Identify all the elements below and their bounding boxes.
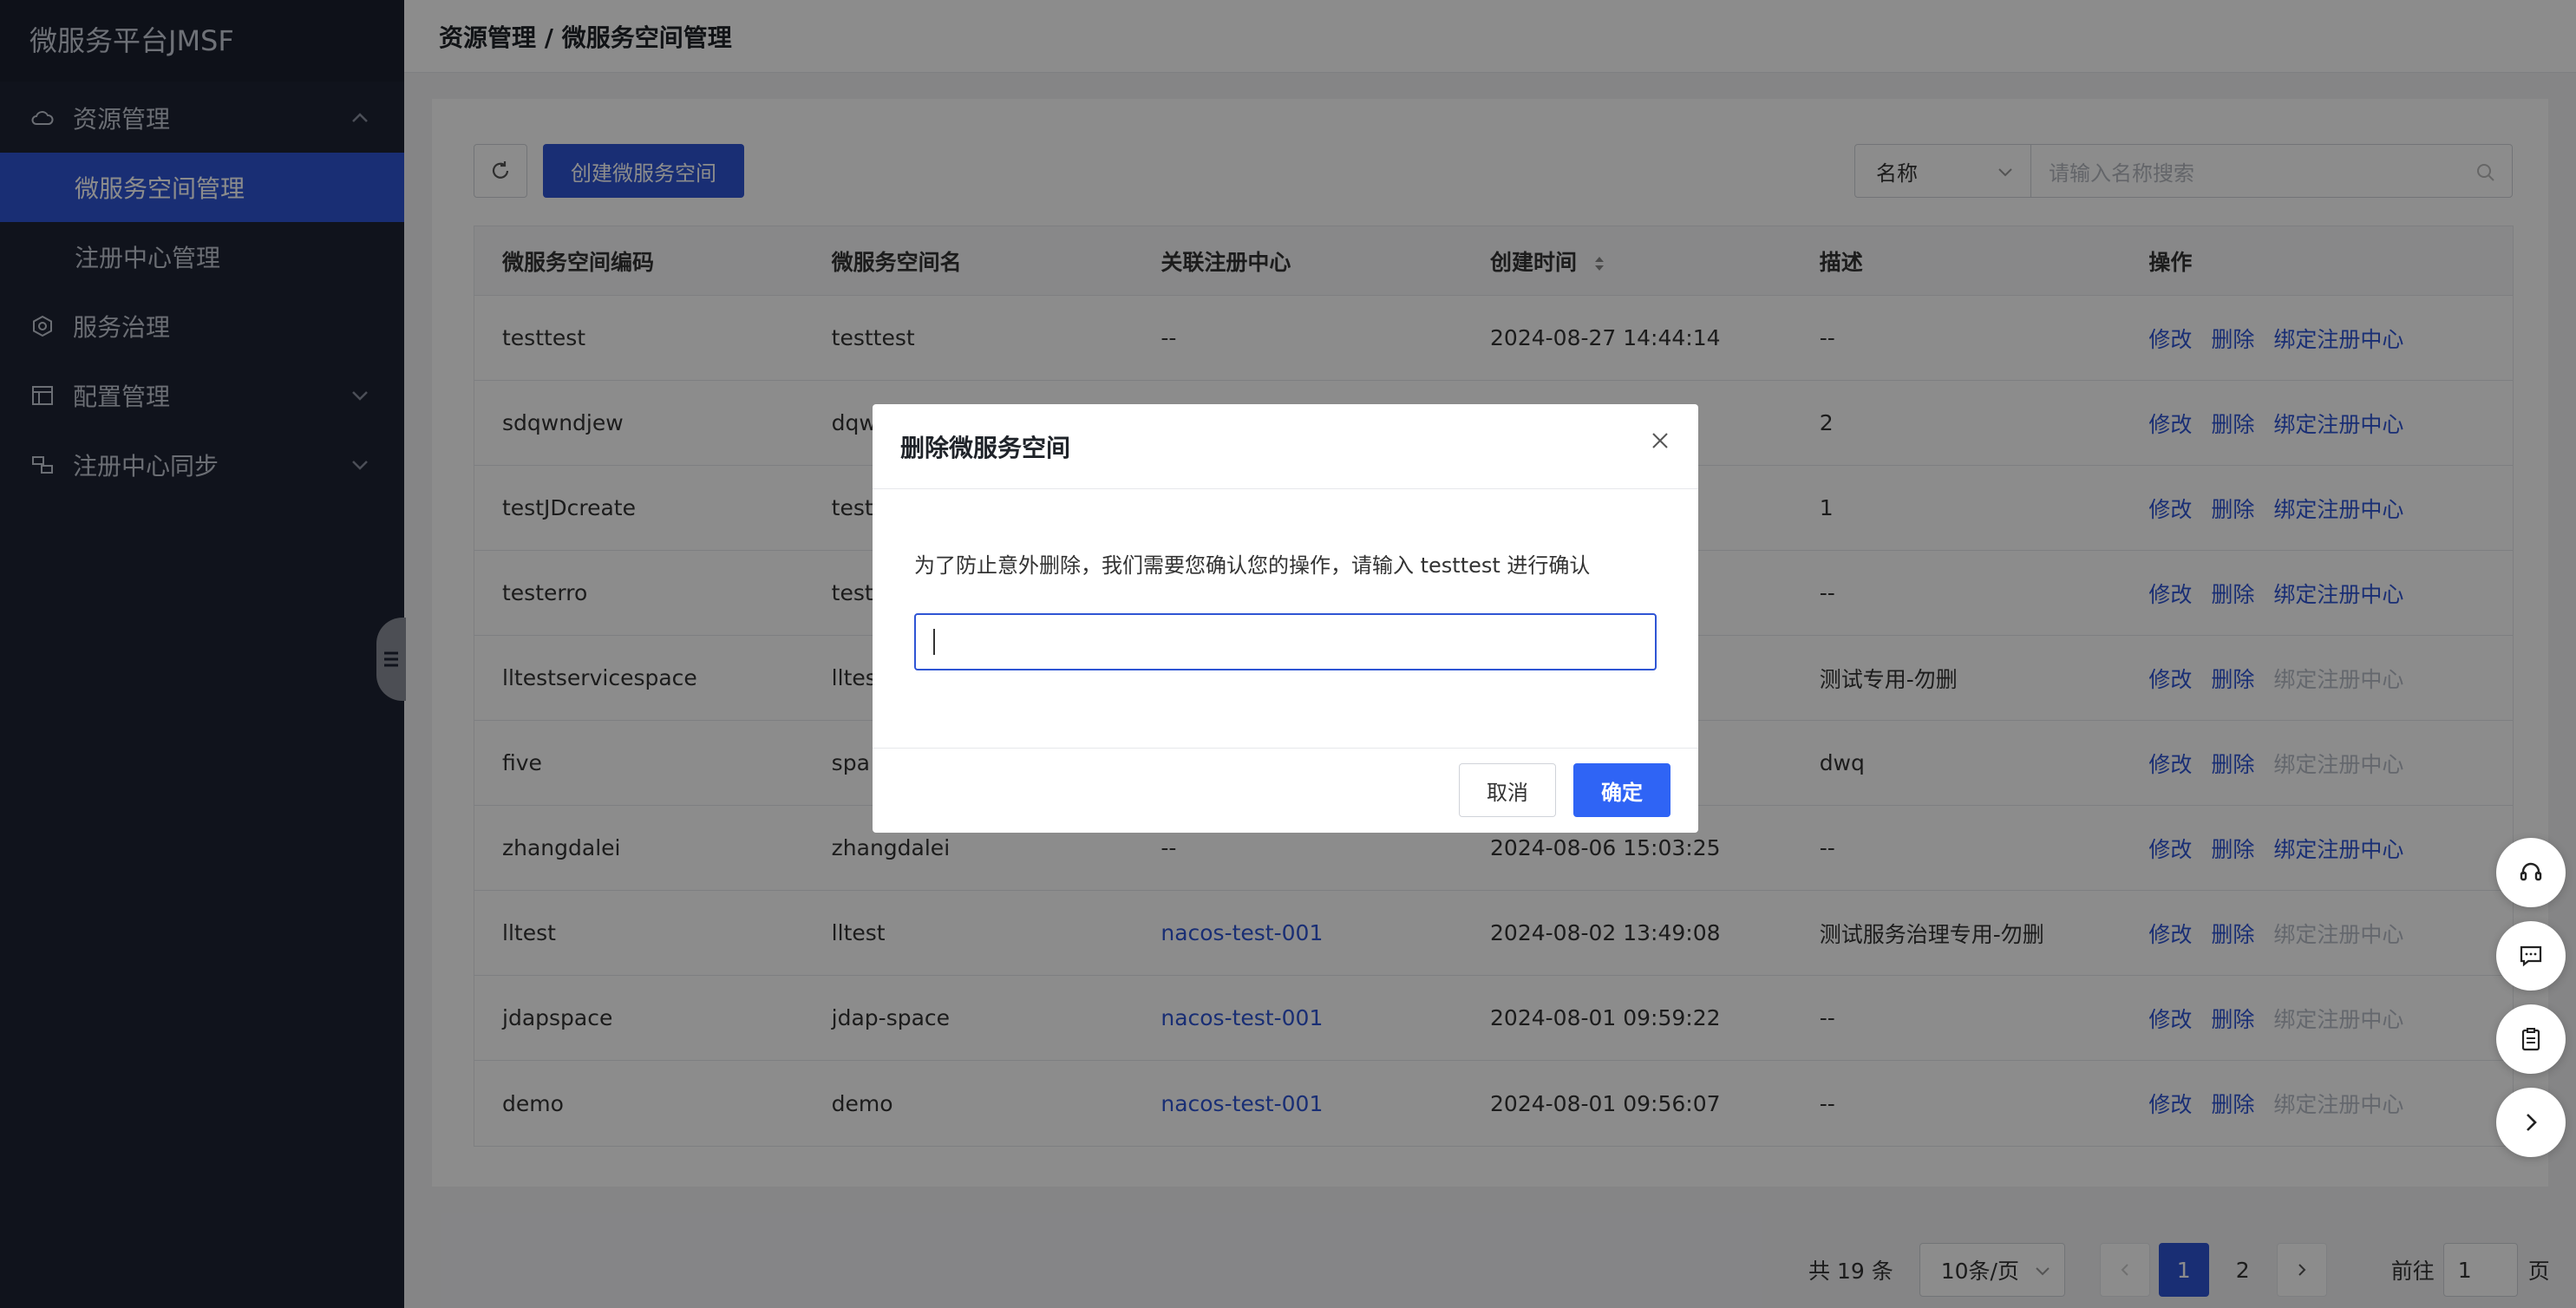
clipboard-button[interactable]: [2496, 1004, 2566, 1074]
text-caret: [933, 629, 935, 655]
clipboard-icon: [2521, 1028, 2540, 1051]
chevron-right-icon: [2527, 1114, 2537, 1131]
confirm-name-input[interactable]: [914, 613, 1657, 670]
customer-service-button[interactable]: [2496, 838, 2566, 907]
modal-title: 删除微服务空间: [873, 404, 1698, 489]
expand-panel-button[interactable]: [2496, 1088, 2566, 1157]
modal-footer: 取消 确定: [873, 748, 1698, 833]
close-button[interactable]: [1648, 428, 1672, 453]
confirm-button[interactable]: 确定: [1573, 763, 1670, 817]
cancel-button[interactable]: 取消: [1459, 763, 1556, 817]
chat-icon: [2520, 945, 2542, 967]
chat-button[interactable]: [2496, 921, 2566, 991]
delete-space-dialog: 删除微服务空间 为了防止意外删除，我们需要您确认您的操作，请输入 testtes…: [873, 404, 1698, 833]
modal-message: 为了防止意外删除，我们需要您确认您的操作，请输入 testtest 进行确认: [914, 553, 1591, 578]
headset-icon: [2520, 862, 2542, 881]
close-icon: [1652, 433, 1668, 448]
